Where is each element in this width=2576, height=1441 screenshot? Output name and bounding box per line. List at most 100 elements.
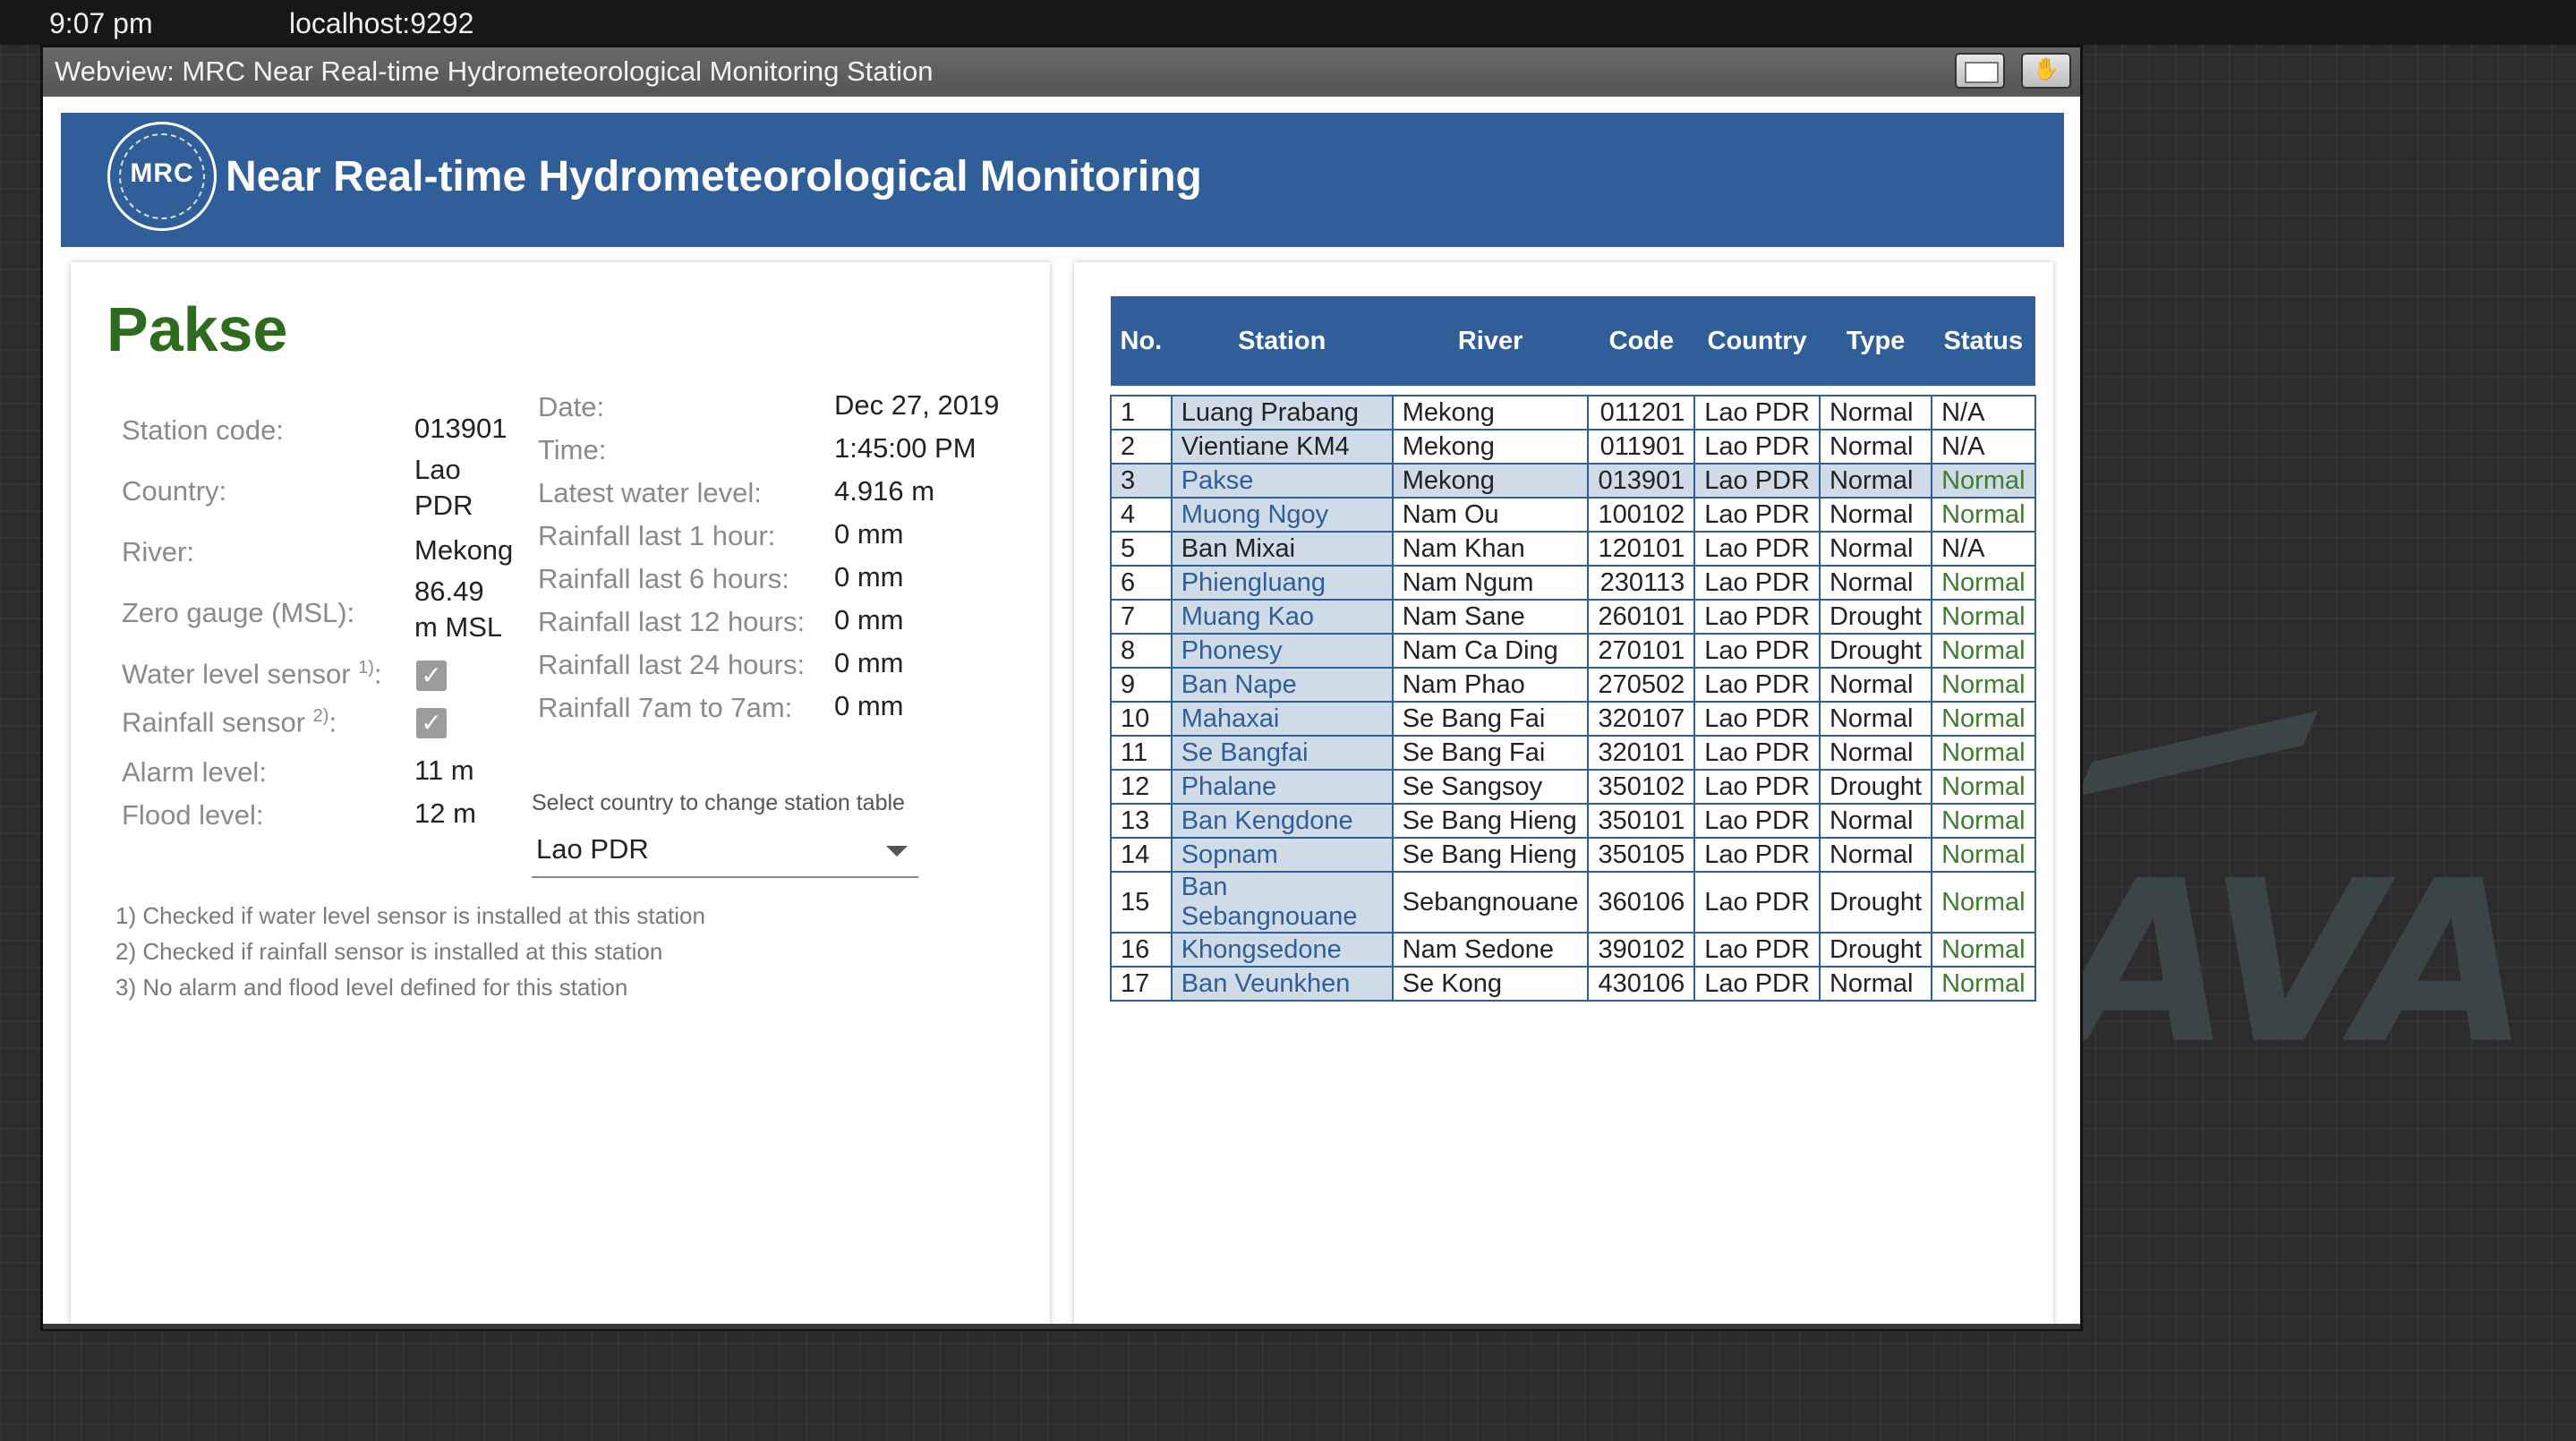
flood-level-value: 12 m — [414, 797, 476, 829]
cell-station[interactable]: Se Bangfai — [1170, 735, 1394, 771]
cell-status: Normal — [1931, 599, 2036, 635]
alarm-level-label: Alarm level: — [122, 756, 267, 788]
cell-status: N/A — [1931, 429, 2036, 465]
table-row[interactable]: 7 Muang Kao Nam Sane 260101 Lao PDR Drought No… — [1110, 599, 2036, 635]
cell-country: Lao PDR — [1693, 565, 1821, 601]
table-spacer — [1111, 385, 2035, 396]
table-row[interactable]: 1 Luang Prabang Mekong 011201 Lao PDR Normal N… — [1110, 395, 2036, 431]
table-row[interactable]: 2 Vientiane KM4 Mekong 011901 Lao PDR Normal N… — [1110, 429, 2036, 465]
cell-status: Normal — [1931, 565, 2036, 601]
header-type: Type — [1819, 296, 1932, 386]
window-maximize-button[interactable] — [1955, 53, 2005, 89]
cell-no: 12 — [1110, 769, 1173, 805]
cell-river: Se Bang Hieng — [1391, 803, 1590, 839]
window-titlebar[interactable]: Webview: MRC Near Real-time Hydrometeoro… — [43, 47, 2080, 94]
cell-station[interactable]: Phiengluang — [1170, 565, 1394, 601]
cell-type: Drought — [1818, 932, 1933, 968]
cell-river: Nam Sedone — [1391, 932, 1590, 968]
cell-country: Lao PDR — [1693, 803, 1821, 839]
header-station: Station — [1171, 296, 1394, 386]
cell-code: 013901 — [1587, 463, 1696, 499]
river-label: River: — [122, 536, 194, 567]
cell-station[interactable]: Phonesy — [1170, 633, 1394, 669]
table-row[interactable]: 10 Mahaxai Se Bang Fai 320107 Lao PDR Normal N… — [1110, 701, 2036, 737]
system-topbar: 9:07 pm localhost:9292 — [0, 0, 2576, 45]
cell-station[interactable]: Ban Veunkhen — [1170, 966, 1394, 1002]
table-row[interactable]: 14 Sopnam Se Bang Hieng 350105 Lao PDR Normal… — [1110, 837, 2036, 873]
table-row[interactable]: 16 Khongsedone Nam Sedone 390102 Lao PDR Drou… — [1110, 932, 2036, 968]
cell-station[interactable]: Pakse — [1170, 463, 1394, 499]
window-hand-button[interactable]: ✋ — [2021, 53, 2071, 89]
zero-gauge-value-line1: 86.49 — [414, 576, 484, 607]
latest-water-level-value: 4.916 m — [834, 475, 935, 507]
table-row[interactable]: 8 Phonesy Nam Ca Ding 270101 Lao PDR Drought N… — [1110, 633, 2036, 669]
rainfall-24h-value: 0 mm — [834, 647, 904, 678]
cell-station[interactable]: Khongsedone — [1170, 932, 1394, 968]
rain-sensor-label: Rainfall sensor 2): — [122, 706, 337, 738]
country-value-line1: Lao — [414, 454, 461, 485]
cell-status: N/A — [1931, 531, 2036, 567]
cell-no: 8 — [1110, 633, 1173, 669]
cell-status: Normal — [1931, 837, 2036, 873]
header-status: Status — [1931, 296, 2036, 386]
header-code: Code — [1587, 296, 1695, 386]
river-value: Mekong — [414, 534, 514, 566]
cell-country: Lao PDR — [1693, 837, 1821, 873]
cell-type: Normal — [1818, 429, 1933, 465]
cell-status: Normal — [1931, 803, 2036, 839]
cell-type: Normal — [1818, 565, 1933, 601]
cell-code: 430106 — [1587, 966, 1696, 1002]
cell-no: 10 — [1110, 701, 1173, 737]
cell-station[interactable]: Phalane — [1170, 769, 1394, 805]
cell-status: Normal — [1931, 497, 2036, 533]
header-no: No. — [1110, 296, 1173, 386]
cell-status: Normal — [1931, 701, 2036, 737]
table-row[interactable]: 17 Ban Veunkhen Se Kong 430106 Lao PDR Normal… — [1110, 966, 2036, 1002]
cell-station: Vientiane KM4 — [1170, 429, 1394, 465]
cell-station[interactable]: Ban Nape — [1170, 667, 1394, 703]
cell-type: Normal — [1818, 966, 1933, 1002]
cell-station[interactable]: Muong Ngoy — [1170, 497, 1394, 533]
alarm-level-value: 11 m — [414, 755, 474, 786]
rainfall-12h-value: 0 mm — [834, 604, 904, 635]
table-row[interactable]: 13 Ban Kengdone Se Bang Hieng 350101 Lao PDR… — [1110, 803, 2036, 839]
footnote-3: 3) No alarm and flood level defined for … — [115, 974, 628, 1001]
cell-code: 390102 — [1587, 932, 1696, 968]
header-river: River — [1392, 296, 1589, 386]
table-row[interactable]: 6 Phiengluang Nam Ngum 230113 Lao PDR Normal N… — [1110, 565, 2036, 601]
zero-gauge-value-line2: m MSL — [414, 611, 503, 643]
cell-country: Lao PDR — [1693, 599, 1821, 635]
cell-country: Lao PDR — [1693, 871, 1821, 934]
cell-station[interactable]: Ban Sebangnouane — [1170, 871, 1394, 934]
cell-river: Nam Ngum — [1391, 565, 1590, 601]
country-select[interactable]: Lao PDR — [532, 826, 918, 878]
cell-river: Se Kong — [1391, 966, 1590, 1002]
rain-sensor-footnote: 2) — [312, 706, 329, 726]
water-sensor-label: Water level sensor 1): — [122, 658, 382, 690]
water-sensor-label-text: Water level sensor — [122, 658, 351, 690]
cell-station[interactable]: Mahaxai — [1170, 701, 1394, 737]
cell-river: Mekong — [1391, 395, 1590, 431]
mrc-logo: MRC — [107, 122, 217, 231]
table-row[interactable]: 11 Se Bangfai Se Bang Fai 320101 Lao PDR Norm… — [1110, 735, 2036, 771]
table-row[interactable]: 5 Ban Mixai Nam Khan 120101 Lao PDR Normal N/A — [1110, 531, 2036, 567]
webview-window: Webview: MRC Near Real-time Hydrometeoro… — [40, 45, 2083, 1331]
table-row[interactable]: 3 Pakse Mekong 013901 Lao PDR Normal Normal — [1110, 463, 2036, 499]
cell-type: Normal — [1818, 837, 1933, 873]
table-row[interactable]: 15 Ban Sebangnouane Sebangnouane 360106 Lao … — [1110, 871, 2036, 934]
cell-river: Se Bang Hieng — [1391, 837, 1590, 873]
table-row[interactable]: 9 Ban Nape Nam Phao 270502 Lao PDR Normal Norm… — [1110, 667, 2036, 703]
cell-status: Normal — [1931, 769, 2036, 805]
cell-station[interactable]: Ban Kengdone — [1170, 803, 1394, 839]
table-row[interactable]: 12 Phalane Se Sangsoy 350102 Lao PDR Drought N… — [1110, 769, 2036, 805]
cell-station[interactable]: Muang Kao — [1170, 599, 1394, 635]
cell-no: 9 — [1110, 667, 1173, 703]
cell-no: 5 — [1110, 531, 1173, 567]
rainfall-6h-label: Rainfall last 6 hours: — [538, 563, 789, 594]
cell-code: 320107 — [1587, 701, 1696, 737]
webview-content: MRC Near Real-time Hydrometeorological M… — [43, 97, 2080, 1329]
cell-type: Normal — [1818, 803, 1933, 839]
table-row[interactable]: 4 Muong Ngoy Nam Ou 100102 Lao PDR Normal Norm… — [1110, 497, 2036, 533]
rainfall-1h-label: Rainfall last 1 hour: — [538, 520, 776, 551]
cell-station[interactable]: Sopnam — [1170, 837, 1394, 873]
